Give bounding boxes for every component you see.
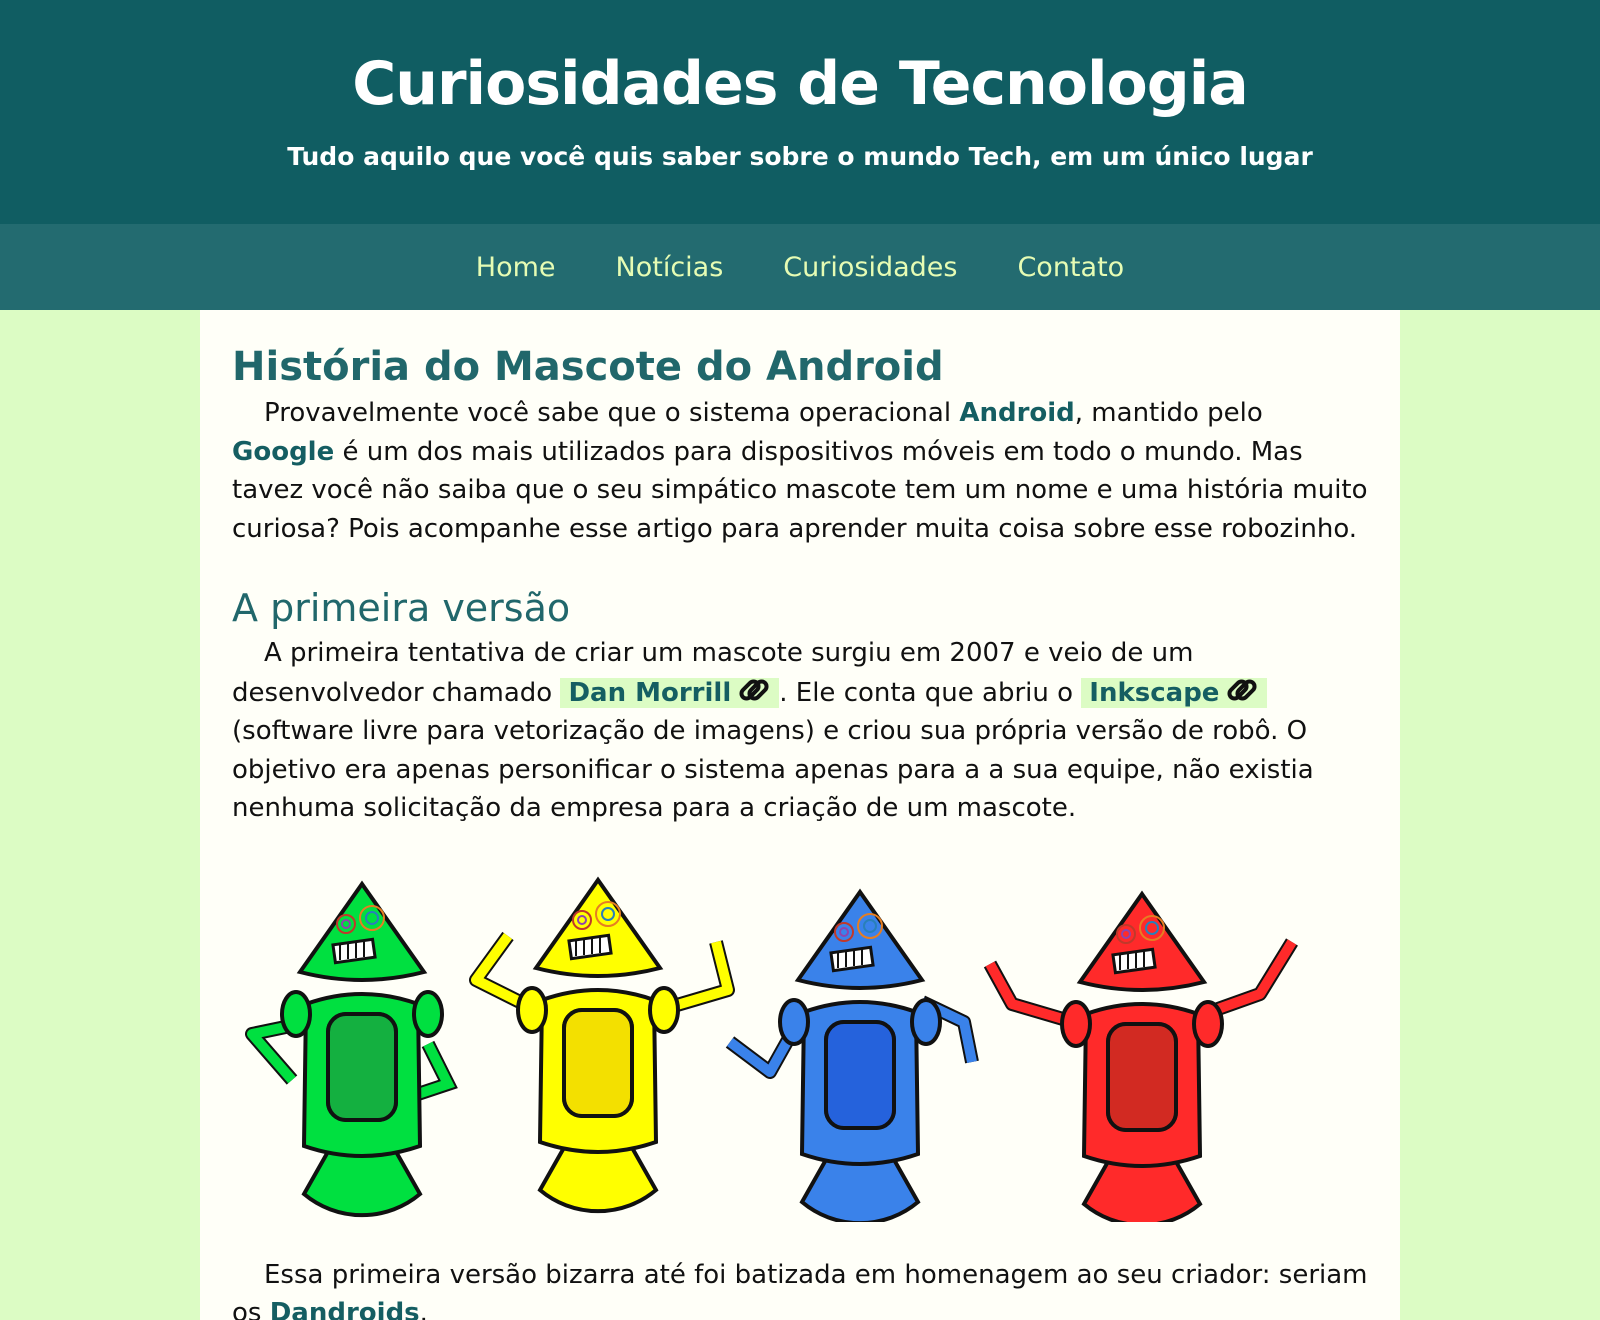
intro-paragraph: Provavelmente você sabe que o sistema op… xyxy=(232,394,1368,548)
site-subtitle: Tudo aquilo que você quis saber sobre o … xyxy=(287,142,1313,171)
nav-item-noticias[interactable]: Notícias xyxy=(616,252,724,283)
article-title: História do Mascote do Android xyxy=(232,344,944,390)
intro-text-2: , mantido pelo xyxy=(1074,398,1263,428)
section1-p2-text-2: . xyxy=(419,1298,428,1320)
robot-yellow xyxy=(469,877,735,1213)
section1-text-3: (software livre para vetorização de imag… xyxy=(232,716,1314,823)
inkscape-link-label: Inkscape xyxy=(1089,677,1220,708)
nav-item-home[interactable]: Home xyxy=(476,252,556,283)
section1-text-2: . Ele conta que abriu o xyxy=(779,677,1082,708)
main-nav: Home Notícias Curiosidades Contato xyxy=(0,224,1600,310)
robot-red xyxy=(983,891,1298,1222)
section1-paragraph-2: Essa primeira versão bizarra até foi bat… xyxy=(232,1256,1368,1320)
article-content: História do Mascote do Android Provavelm… xyxy=(200,310,1400,1320)
nav-item-curiosidades[interactable]: Curiosidades xyxy=(783,252,957,283)
dan-morrill-link-label: Dan Morrill xyxy=(568,677,732,708)
section1-paragraph: A primeira tentativa de criar um mascote… xyxy=(232,634,1368,828)
section-title-primeira-versao: A primeira versão xyxy=(232,586,571,630)
robots-svg xyxy=(245,877,1298,1222)
intro-text-1: Provavelmente você sabe que o sistema op… xyxy=(264,398,960,428)
intro-text-3: é um dos mais utilizados para dispositiv… xyxy=(232,436,1368,544)
chain-link-icon xyxy=(739,678,769,701)
dandroids-illustration xyxy=(232,876,1368,1222)
robot-green xyxy=(245,881,458,1217)
robot-blue xyxy=(725,889,979,1222)
google-link[interactable]: Google xyxy=(232,437,334,467)
nav-item-contato[interactable]: Contato xyxy=(1017,252,1124,283)
dandroids-link[interactable]: Dandroids xyxy=(270,1298,420,1320)
android-link[interactable]: Android xyxy=(959,398,1074,428)
site-header: Curiosidades de Tecnologia Tudo aquilo q… xyxy=(0,0,1600,224)
site-title: Curiosidades de Tecnologia xyxy=(352,49,1249,119)
chain-link-icon xyxy=(1227,678,1257,701)
dan-morrill-link[interactable]: Dan Morrill xyxy=(560,677,780,708)
inkscape-link[interactable]: Inkscape xyxy=(1081,677,1268,708)
